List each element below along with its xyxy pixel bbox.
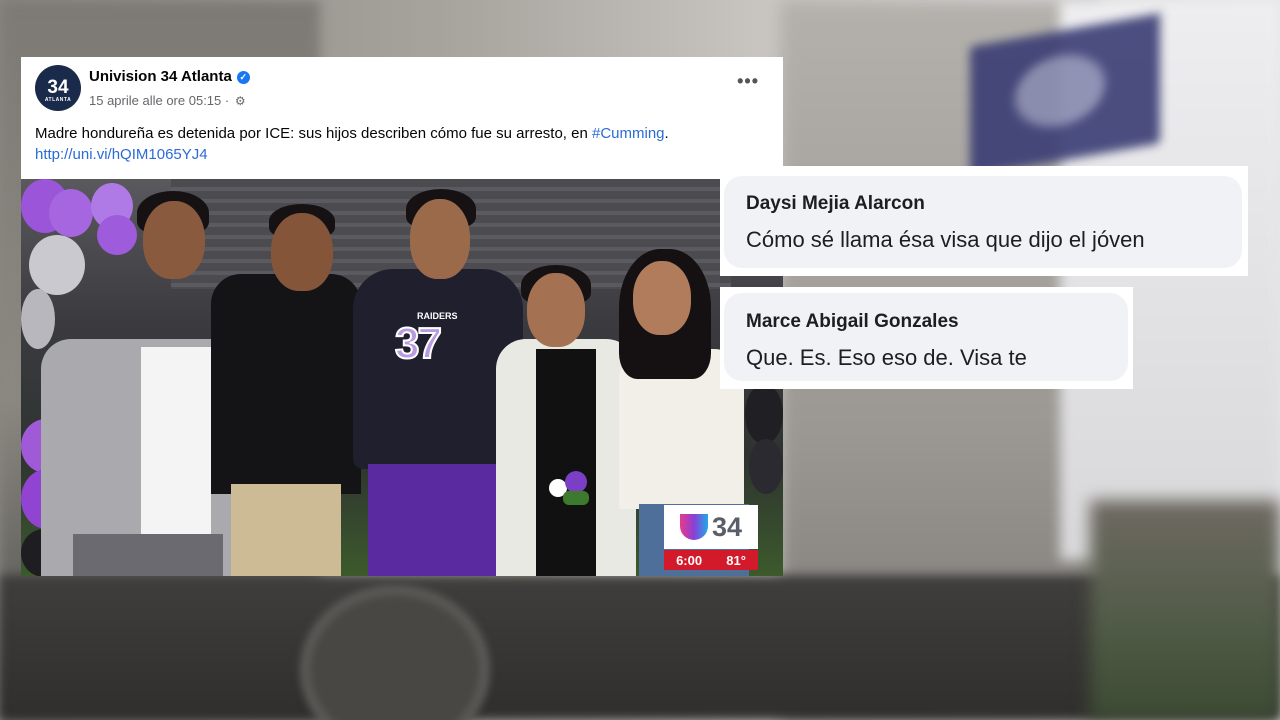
post-timestamp[interactable]: 15 aprile alle ore 05:15 (89, 93, 221, 108)
univision-logo-icon (679, 514, 708, 540)
station-channel: 34 (711, 511, 743, 542)
caption-link[interactable]: http://uni.vi/hQIM1065YJ4 (35, 144, 775, 165)
comment-bubble-2[interactable]: Marce Abigail Gonzales Que. Es. Eso eso … (724, 293, 1128, 381)
caption-hashtag[interactable]: #Cumming (592, 125, 665, 142)
comment-author-2[interactable]: Marce Abigail Gonzales (746, 311, 959, 333)
verified-badge-icon: ✓ (236, 71, 250, 84)
facebook-post: 34 ATLANTA Univision 34 Atlanta ✓ 15 apri… (21, 57, 783, 576)
person-3-head (410, 199, 470, 279)
balloon (745, 384, 783, 444)
comment-author-1[interactable]: Daysi Mejia Alarcon (746, 193, 925, 215)
jersey-number: 37 (394, 318, 443, 369)
post-photo[interactable]: RAIDERS 37 34 6:00 81° (21, 179, 783, 576)
person-4-head (527, 273, 585, 347)
balloon (49, 189, 93, 237)
comment-card-2: Marce Abigail Gonzales Que. Es. Eso eso … (720, 287, 1133, 389)
comment-card-1: Daysi Mejia Alarcon Cómo sé llama ésa vi… (720, 166, 1248, 276)
comment-text-1: Cómo sé llama ésa visa que dijo el jóven (746, 227, 1145, 252)
background-ground (0, 575, 1280, 720)
balloon (97, 215, 137, 255)
post-caption: Madre hondureña es detenida por ICE: sus… (35, 123, 775, 165)
caption-text: Madre hondureña es detenida por ICE: sus… (35, 125, 592, 142)
person-2-head (271, 213, 333, 291)
station-time-temp: 6:00 81° (664, 550, 758, 570)
page-name[interactable]: Univision 34 Atlanta (89, 68, 232, 85)
station-logo-top: 34 (664, 505, 758, 549)
balloon (749, 439, 783, 494)
avatar-number: 34 (47, 77, 69, 98)
flower-bouquet (549, 471, 601, 511)
station-temperature: 81° (726, 552, 746, 568)
person-5-head (633, 261, 691, 335)
station-logo: 34 6:00 81° (664, 505, 758, 571)
avatar-subtext: ATLANTA (44, 97, 72, 103)
more-options-icon[interactable]: ••• (737, 71, 759, 92)
post-meta: 15 aprile alle ore 05:15 · ⚙ (89, 93, 246, 108)
station-time: 6:00 (676, 552, 703, 568)
person-1-head (143, 201, 205, 279)
globe-icon: ⚙ (234, 94, 246, 108)
comment-text-2: Que. Es. Eso eso de. Visa te (746, 345, 1027, 370)
caption-period: . (664, 125, 669, 142)
post-author[interactable]: Univision 34 Atlanta ✓ (89, 68, 250, 85)
page-avatar[interactable]: 34 ATLANTA (35, 65, 81, 111)
comment-bubble-1[interactable]: Daysi Mejia Alarcon Cómo sé llama ésa vi… (724, 176, 1242, 268)
background-trees (1090, 500, 1280, 720)
